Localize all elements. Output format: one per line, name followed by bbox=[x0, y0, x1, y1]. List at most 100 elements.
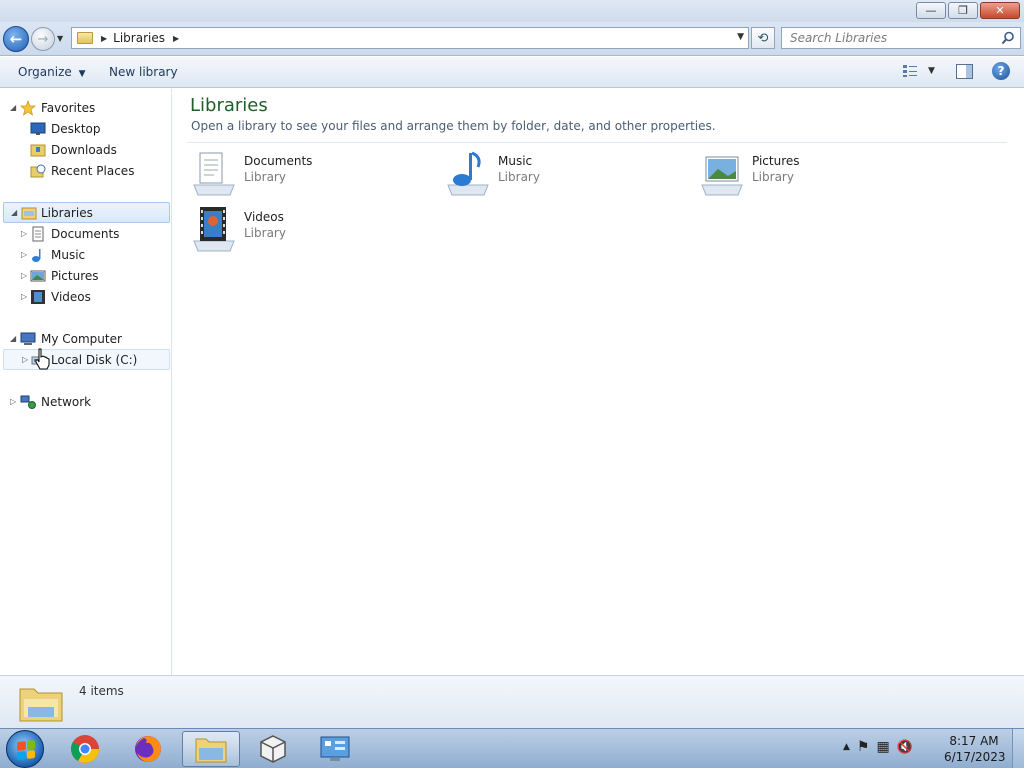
tree-libraries[interactable]: ◢ Libraries bbox=[3, 202, 170, 223]
tree-label: Desktop bbox=[51, 121, 101, 136]
taskbar-control-panel[interactable] bbox=[306, 731, 364, 767]
tree-label: Local Disk (C:) bbox=[51, 352, 138, 367]
item-count: 4 items bbox=[79, 684, 124, 698]
tree-item-downloads[interactable]: Downloads bbox=[0, 139, 172, 160]
change-view-button[interactable]: ▼ bbox=[902, 64, 935, 78]
tree-item-music[interactable]: ▷ Music bbox=[0, 244, 172, 265]
address-bar[interactable]: ▶ Libraries ▶ ▼ bbox=[71, 27, 749, 49]
minimize-button[interactable]: — bbox=[916, 2, 946, 19]
library-tile-pictures[interactable]: Pictures Library bbox=[698, 149, 938, 199]
favorites-star-icon bbox=[20, 99, 36, 116]
chevron-down-icon[interactable]: ▼ bbox=[928, 66, 935, 76]
taskbar-chrome[interactable] bbox=[56, 731, 114, 767]
recent-pages-dropdown-icon[interactable]: ▼ bbox=[57, 34, 63, 43]
taskbar-package[interactable] bbox=[244, 731, 302, 767]
breadcrumb-libraries[interactable]: Libraries bbox=[113, 31, 165, 45]
libraries-folder-icon bbox=[77, 32, 93, 44]
videos-library-icon bbox=[193, 207, 235, 252]
package-box-icon bbox=[260, 735, 286, 763]
file-explorer-icon bbox=[195, 738, 227, 763]
network-status-icon[interactable]: ▦ bbox=[876, 739, 889, 755]
expand-arrow-icon[interactable]: ▷ bbox=[21, 229, 27, 238]
collapse-arrow-icon[interactable]: ◢ bbox=[10, 103, 16, 112]
organize-label: Organize bbox=[18, 65, 72, 79]
navigation-pane: ◢ Favorites Desktop Downloads Recent Pla… bbox=[0, 89, 172, 675]
documents-icon bbox=[32, 226, 44, 241]
details-pane: 4 items bbox=[0, 675, 1024, 728]
pictures-icon bbox=[30, 270, 46, 281]
show-desktop-button[interactable] bbox=[1012, 729, 1024, 768]
view-options-icon bbox=[903, 65, 917, 77]
preview-pane-icon[interactable] bbox=[956, 64, 973, 79]
tree-item-recent-places[interactable]: Recent Places bbox=[0, 160, 172, 181]
action-center-flag-icon[interactable]: ⚑ bbox=[857, 739, 870, 755]
expand-arrow-icon[interactable]: ▷ bbox=[21, 292, 27, 301]
tree-label: Recent Places bbox=[51, 163, 135, 178]
hand-cursor-icon bbox=[35, 348, 50, 370]
tree-item-local-disk[interactable]: ▷ Local Disk (C:) bbox=[3, 349, 170, 370]
page-title: Libraries bbox=[190, 95, 268, 116]
library-tile-videos[interactable]: Videos Library bbox=[190, 205, 430, 255]
libraries-folder-icon bbox=[19, 688, 63, 722]
expand-arrow-icon[interactable]: ▷ bbox=[22, 355, 28, 364]
expand-arrow-icon[interactable]: ▷ bbox=[21, 271, 27, 280]
pictures-library-icon bbox=[701, 156, 743, 196]
clock-date: 6/17/2023 bbox=[944, 750, 1006, 764]
back-button[interactable]: ← bbox=[3, 26, 29, 52]
taskbar: ▲ ⚑ ▦ 🔇 8:17 AM 6/17/2023 bbox=[0, 728, 1024, 768]
address-history-dropdown-icon[interactable]: ▼ bbox=[737, 32, 744, 42]
music-icon bbox=[32, 248, 41, 262]
tree-label: Libraries bbox=[41, 205, 93, 220]
tree-item-pictures[interactable]: ▷ Pictures bbox=[0, 265, 172, 286]
library-name: Documents bbox=[244, 154, 313, 168]
system-clock[interactable]: 8:17 AM 6/17/2023 bbox=[944, 733, 1006, 765]
library-tile-documents[interactable]: Documents Library bbox=[190, 149, 430, 199]
tree-my-computer[interactable]: ◢ My Computer bbox=[0, 328, 172, 349]
help-icon[interactable]: ? bbox=[992, 62, 1010, 80]
taskbar-file-explorer[interactable] bbox=[182, 731, 240, 767]
close-button[interactable]: ✕ bbox=[980, 2, 1020, 19]
expand-arrow-icon[interactable]: ▷ bbox=[10, 397, 16, 406]
window-controls: — ❐ ✕ bbox=[916, 2, 1020, 19]
search-input[interactable] bbox=[790, 31, 1000, 45]
search-box[interactable] bbox=[781, 27, 1021, 49]
volume-muted-icon[interactable]: 🔇 bbox=[897, 740, 913, 755]
breadcrumb-chevron-icon[interactable]: ▶ bbox=[173, 34, 179, 43]
library-name: Music bbox=[498, 154, 533, 168]
library-tile-music[interactable]: Music Library bbox=[444, 149, 684, 199]
collapse-arrow-icon[interactable]: ◢ bbox=[10, 334, 16, 343]
divider bbox=[187, 142, 1007, 143]
start-button[interactable] bbox=[6, 730, 44, 768]
tree-network[interactable]: ▷ Network bbox=[0, 391, 172, 412]
taskbar-firefox[interactable] bbox=[119, 731, 177, 767]
library-type: Library bbox=[498, 170, 540, 184]
address-toolbar: ← → ▼ ▶ Libraries ▶ ▼ ⟲ bbox=[0, 22, 1024, 56]
tree-item-documents[interactable]: ▷ Documents bbox=[0, 223, 172, 244]
refresh-button[interactable]: ⟲ bbox=[751, 27, 775, 49]
library-name: Pictures bbox=[752, 154, 800, 168]
clock-time: 8:17 AM bbox=[949, 734, 999, 748]
chrome-icon bbox=[71, 735, 99, 763]
tree-label: My Computer bbox=[41, 331, 122, 346]
tree-label: Favorites bbox=[41, 100, 96, 115]
search-icon[interactable] bbox=[1001, 31, 1015, 45]
organize-button[interactable]: Organize ▼ bbox=[18, 65, 86, 79]
forward-button[interactable]: → bbox=[31, 27, 55, 51]
maximize-button[interactable]: ❐ bbox=[948, 2, 978, 19]
breadcrumb-chevron-icon[interactable]: ▶ bbox=[101, 34, 107, 43]
show-hidden-icons-icon[interactable]: ▲ bbox=[843, 742, 850, 752]
library-type: Library bbox=[752, 170, 794, 184]
library-type: Library bbox=[244, 226, 286, 240]
expand-arrow-icon[interactable]: ▷ bbox=[21, 250, 27, 259]
tree-label: Documents bbox=[51, 226, 120, 241]
tree-label: Music bbox=[51, 247, 86, 262]
tree-favorites[interactable]: ◢ Favorites bbox=[0, 97, 172, 118]
tree-item-videos[interactable]: ▷ Videos bbox=[0, 286, 172, 307]
tree-label: Videos bbox=[51, 289, 91, 304]
collapse-arrow-icon[interactable]: ◢ bbox=[11, 208, 17, 217]
recent-places-icon bbox=[30, 164, 46, 177]
documents-library-icon bbox=[193, 152, 235, 196]
libraries-icon bbox=[21, 207, 37, 219]
tree-item-desktop[interactable]: Desktop bbox=[0, 118, 172, 139]
new-library-button[interactable]: New library bbox=[109, 65, 178, 79]
